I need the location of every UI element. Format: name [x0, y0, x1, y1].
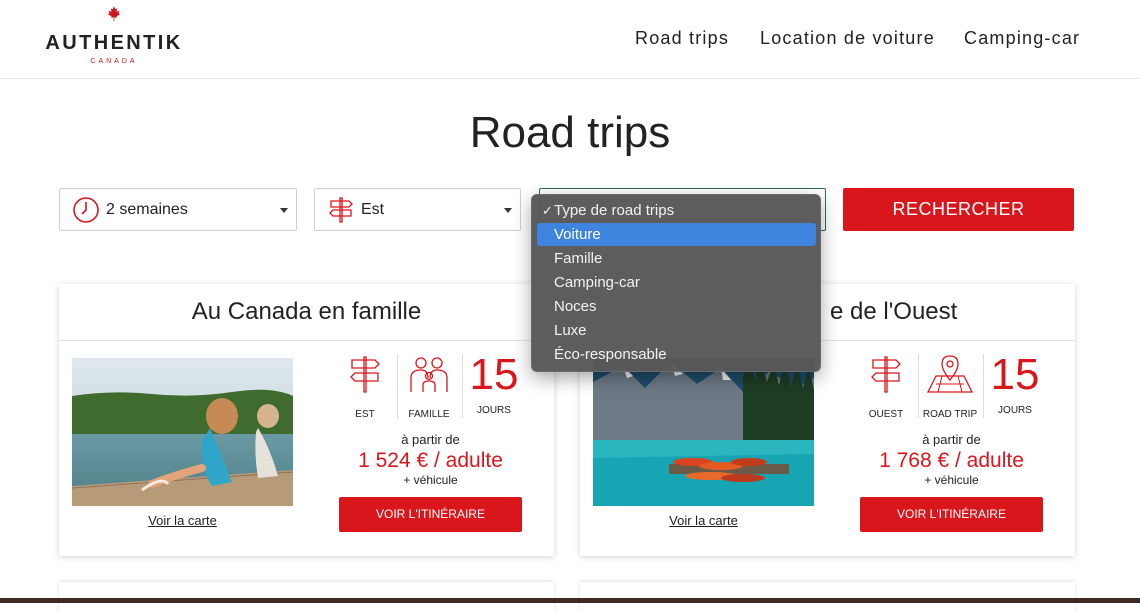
- signpost-icon: [329, 197, 353, 223]
- price: 1 524 € / adulte: [358, 449, 503, 472]
- family-icon: [410, 357, 448, 392]
- feature-label: OUEST: [868, 409, 904, 420]
- chevron-down-icon: [280, 208, 288, 213]
- map-link[interactable]: Voir la carte: [72, 513, 293, 528]
- search-button[interactable]: RECHERCHER: [843, 188, 1074, 231]
- duration-select[interactable]: 2 semaines: [59, 188, 297, 231]
- divider: [462, 354, 463, 418]
- logo[interactable]: AUTHENTIK CANADA: [44, 6, 184, 70]
- days-count: 15: [469, 350, 519, 399]
- chevron-down-icon: [504, 208, 512, 213]
- divider: [59, 340, 554, 341]
- trip-card-peek: [580, 582, 1075, 612]
- trip-card-famille: Au Canada en famille Voir la carte EST F…: [59, 284, 554, 556]
- feature-label: EST: [355, 409, 375, 420]
- maple-leaf-icon: [107, 6, 121, 22]
- trip-card-peek: [59, 582, 554, 612]
- page-title: Road trips: [469, 108, 671, 157]
- dropdown-option-type[interactable]: ✓ Type de road trips: [537, 199, 816, 222]
- feature-label: ROAD TRIP: [922, 409, 978, 420]
- feature-region: EST: [334, 352, 396, 420]
- view-itinerary-button[interactable]: VOIR L'ITINÉRAIRE: [860, 497, 1043, 532]
- map-link[interactable]: Voir la carte: [593, 513, 814, 528]
- logo-brand: AUTHENTIK: [45, 32, 183, 54]
- trip-photo-lake-children[interactable]: [72, 358, 293, 506]
- trip-photo-mountain-lake[interactable]: [593, 358, 814, 506]
- feature-theme: FAMILLE: [398, 352, 460, 420]
- nav-location-voiture[interactable]: Location de voiture: [760, 28, 935, 49]
- days-label: JOURS: [477, 405, 511, 416]
- region-select[interactable]: Est: [314, 188, 521, 231]
- days-label: JOURS: [998, 405, 1032, 416]
- dropdown-option-camping-car[interactable]: Camping-car: [537, 271, 816, 294]
- price: 1 768 € / adulte: [879, 449, 1024, 472]
- logo-sub: CANADA: [90, 58, 138, 65]
- region-value: Est: [361, 201, 385, 218]
- signpost-icon: [350, 356, 380, 393]
- map-pin-icon: [926, 355, 974, 393]
- card-title[interactable]: Au Canada en famille: [59, 298, 554, 326]
- price-suffix: + véhicule: [403, 473, 458, 487]
- duration-value: 2 semaines: [106, 201, 188, 218]
- feature-region: OUEST: [855, 352, 917, 420]
- nav-road-trips[interactable]: Road trips: [635, 28, 729, 49]
- type-dropdown-menu: ✓ Type de road trips Voiture Famille Cam…: [531, 194, 821, 372]
- clock-icon: [73, 197, 99, 223]
- dropdown-option-famille[interactable]: Famille: [537, 247, 816, 270]
- feature-label: FAMILLE: [408, 409, 450, 420]
- signpost-icon: [871, 356, 901, 393]
- checkmark-icon: ✓: [542, 203, 553, 218]
- nav-camping-car[interactable]: Camping-car: [964, 28, 1080, 49]
- site-header: AUTHENTIK CANADA Road trips Location de …: [0, 0, 1140, 79]
- price-suffix: + véhicule: [924, 473, 979, 487]
- feature-theme: ROAD TRIP: [919, 352, 981, 420]
- price-prefix: à partir de: [401, 432, 460, 447]
- bottom-strip: [0, 598, 1140, 603]
- dropdown-option-luxe[interactable]: Luxe: [537, 319, 816, 342]
- dropdown-option-eco[interactable]: Éco-responsable: [537, 343, 816, 366]
- dropdown-option-voiture[interactable]: Voiture: [537, 223, 816, 246]
- view-itinerary-button[interactable]: VOIR L'ITINÉRAIRE: [339, 497, 522, 532]
- divider: [983, 354, 984, 418]
- days-count: 15: [990, 350, 1040, 399]
- dropdown-option-noces[interactable]: Noces: [537, 295, 816, 318]
- price-prefix: à partir de: [922, 432, 981, 447]
